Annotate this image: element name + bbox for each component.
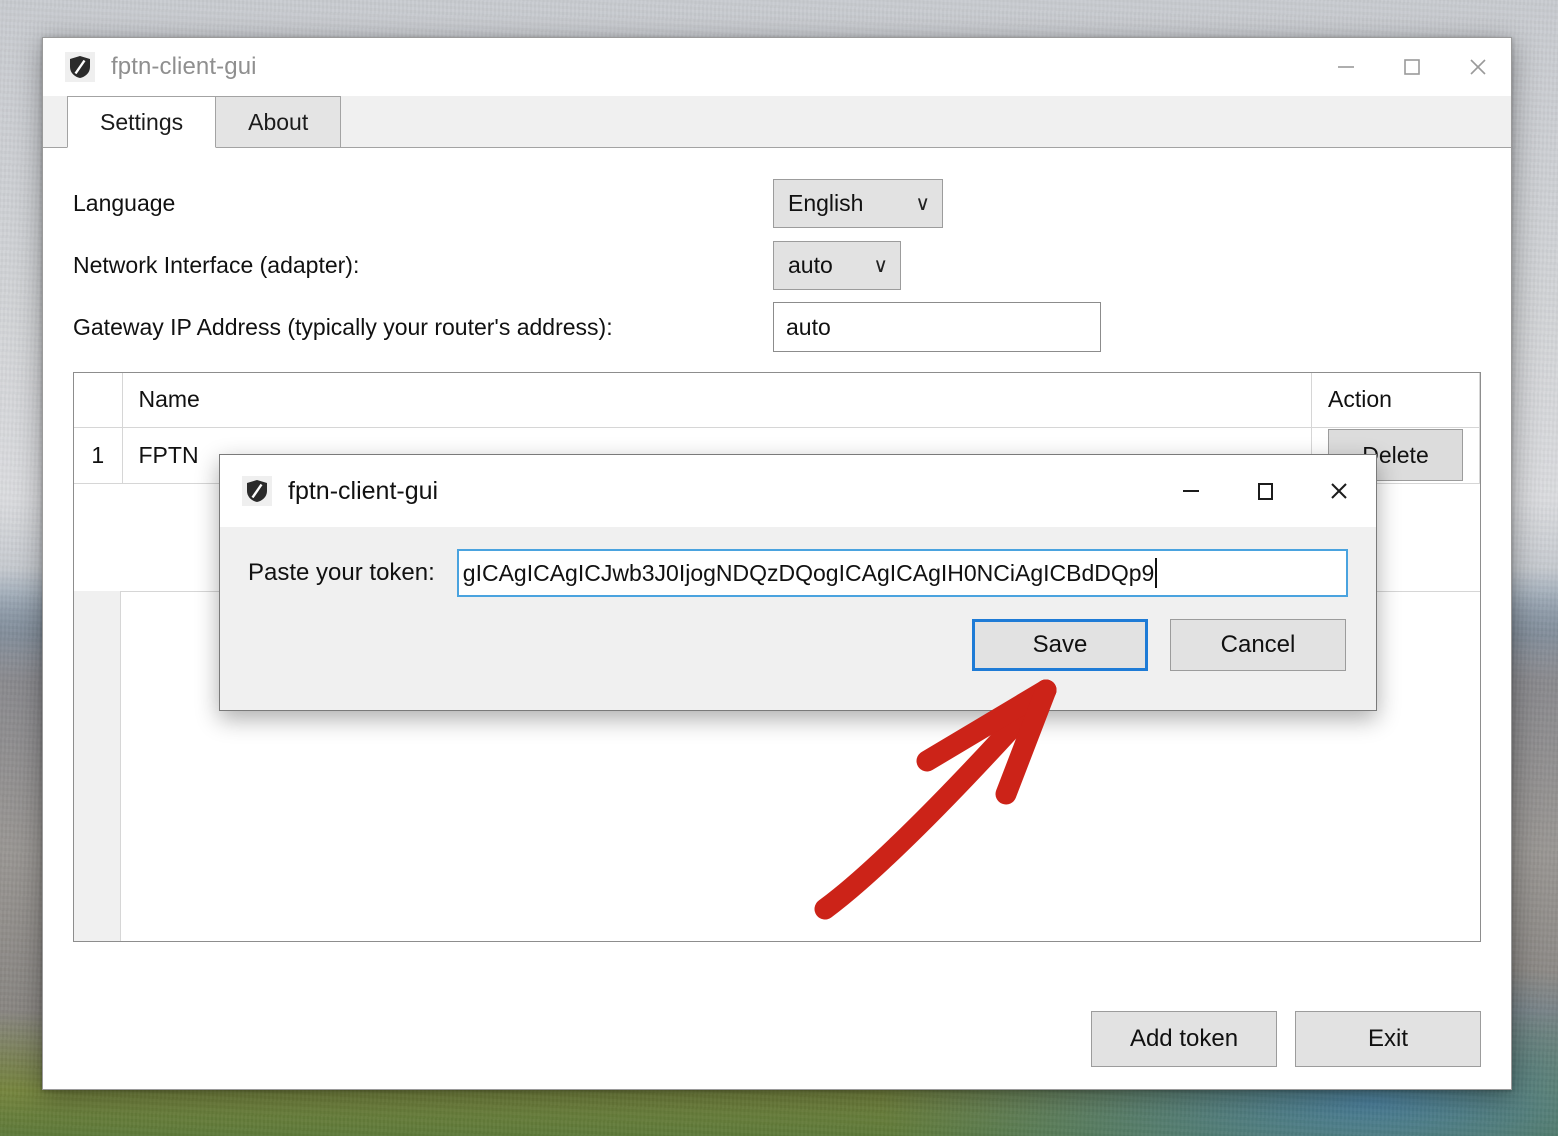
row-language: Language English ∨ <box>73 172 1481 234</box>
language-select[interactable]: English ∨ <box>773 178 943 228</box>
column-header-name: Name <box>122 373 1312 428</box>
minimize-icon[interactable] <box>1313 38 1379 96</box>
main-window: fptn-client-gui Settings About Language … <box>42 37 1512 1090</box>
tabstrip: Settings About <box>43 96 1511 148</box>
adapter-select[interactable]: auto ∨ <box>773 240 901 290</box>
maximize-icon[interactable] <box>1379 38 1445 96</box>
token-label: Paste your token: <box>248 559 435 586</box>
language-value: English <box>788 189 864 216</box>
tab-settings[interactable]: Settings <box>67 96 217 148</box>
gateway-label: Gateway IP Address (typically your route… <box>73 313 613 340</box>
adapter-label: Network Interface (adapter): <box>73 251 360 278</box>
dialog-buttons: Save Cancel <box>248 619 1348 671</box>
footer-buttons: Add token Exit <box>1091 1011 1481 1067</box>
token-input[interactable]: gICAgICAgICJwb3J0IjogNDQzDQogICAgICAgIH0… <box>456 549 1348 597</box>
gateway-value: auto <box>786 313 831 340</box>
main-window-controls <box>1313 38 1511 96</box>
adapter-value: auto <box>788 251 833 278</box>
shield-icon <box>242 476 272 506</box>
dialog-title: fptn-client-gui <box>288 476 439 505</box>
cancel-button[interactable]: Cancel <box>1170 619 1346 671</box>
main-window-title: fptn-client-gui <box>111 53 257 80</box>
add-token-button[interactable]: Add token <box>1091 1011 1277 1067</box>
paste-token-dialog: fptn-client-gui Paste your token: gICAgI… <box>219 454 1377 711</box>
gateway-input[interactable]: auto <box>773 302 1101 352</box>
table-header-row: Name Action <box>74 373 1480 428</box>
dialog-window-controls <box>1154 455 1376 527</box>
column-header-index <box>74 373 123 428</box>
tab-about-label: About <box>248 108 309 135</box>
language-label: Language <box>73 189 176 216</box>
chevron-down-icon: ∨ <box>873 254 888 277</box>
chevron-down-icon: ∨ <box>915 192 930 215</box>
main-window-titlebar: fptn-client-gui <box>43 38 1511 96</box>
dialog-titlebar: fptn-client-gui <box>220 455 1376 527</box>
row-index: 1 <box>74 427 123 484</box>
column-header-action: Action <box>1311 373 1480 428</box>
row-adapter: Network Interface (adapter): auto ∨ <box>73 234 1481 296</box>
tab-settings-label: Settings <box>100 108 184 135</box>
dialog-close-icon[interactable] <box>1302 455 1376 527</box>
close-icon[interactable] <box>1445 38 1511 96</box>
shield-icon-glyph <box>247 480 267 502</box>
exit-button[interactable]: Exit <box>1295 1011 1481 1067</box>
token-input-value: gICAgICAgICJwb3J0IjogNDQzDQogICAgICAgIH0… <box>462 559 1155 586</box>
row-gateway: Gateway IP Address (typically your route… <box>73 296 1481 358</box>
tokens-table-head: Name Action <box>74 373 1480 428</box>
text-cursor <box>1155 558 1158 588</box>
dialog-body: Paste your token: gICAgICAgICJwb3J0IjogN… <box>220 527 1376 671</box>
dialog-maximize-icon[interactable] <box>1228 455 1302 527</box>
shield-icon-glyph <box>70 56 90 78</box>
table-row-gutter <box>74 591 121 941</box>
shield-icon <box>65 52 95 82</box>
save-button[interactable]: Save <box>972 619 1148 671</box>
token-row: Paste your token: gICAgICAgICJwb3J0IjogN… <box>248 549 1348 597</box>
dialog-minimize-icon[interactable] <box>1154 455 1228 527</box>
tab-about[interactable]: About <box>215 96 342 147</box>
